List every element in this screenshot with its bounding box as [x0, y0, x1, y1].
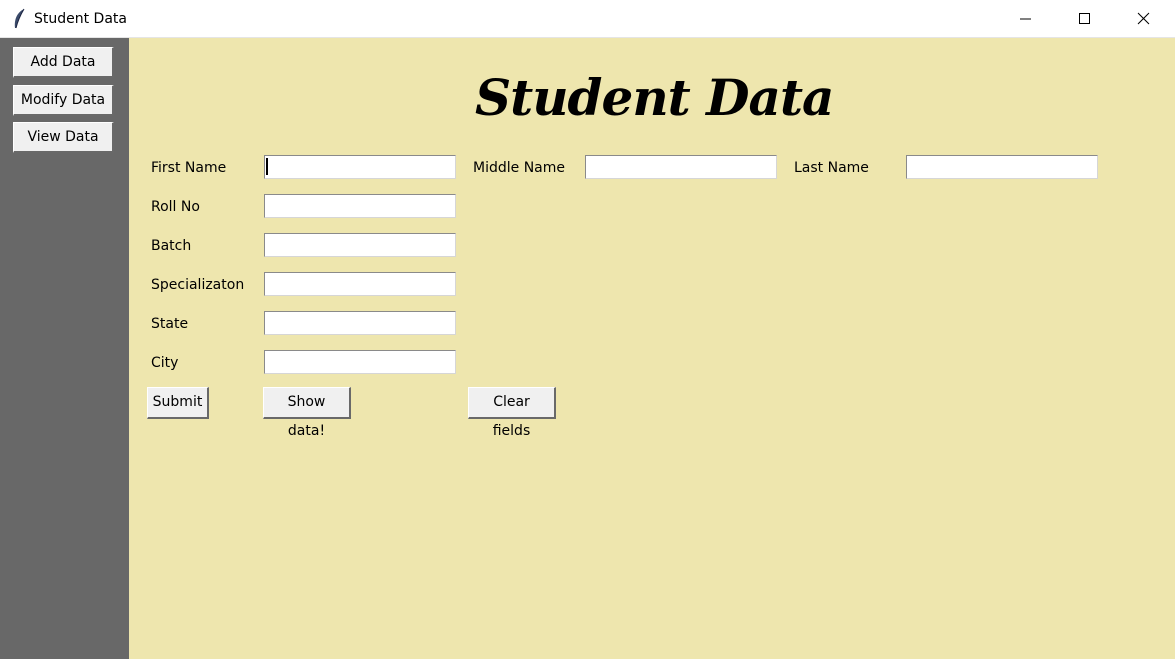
- last-name-input[interactable]: [906, 155, 1098, 179]
- add-data-button[interactable]: Add Data: [13, 47, 114, 78]
- form-panel: Student Data First Name Middle Name Last…: [129, 38, 1175, 659]
- batch-label: Batch: [151, 238, 192, 254]
- page-title: Student Data: [475, 68, 834, 127]
- show-data-button[interactable]: Show data!: [263, 387, 351, 439]
- batch-input[interactable]: [264, 233, 456, 257]
- modify-data-button[interactable]: Modify Data: [13, 85, 114, 116]
- city-input[interactable]: [264, 350, 456, 374]
- specialization-input[interactable]: [264, 272, 456, 296]
- first-name-label: First Name: [151, 160, 227, 176]
- submit-button[interactable]: Submit: [147, 387, 209, 419]
- minimize-icon: [1020, 18, 1031, 20]
- specialization-label: Specializaton: [151, 277, 245, 293]
- text-caret: [266, 158, 268, 175]
- title-bar: Student Data: [0, 0, 1175, 38]
- city-label: City: [151, 355, 179, 371]
- clear-fields-button[interactable]: Clear fields: [468, 387, 556, 439]
- state-label: State: [151, 316, 189, 332]
- state-input[interactable]: [264, 311, 456, 335]
- sidebar: Add Data Modify Data View Data: [0, 38, 129, 659]
- roll-no-input[interactable]: [264, 194, 456, 218]
- minimize-button[interactable]: [997, 0, 1055, 38]
- first-name-input[interactable]: [264, 155, 456, 179]
- window-title: Student Data: [34, 11, 127, 27]
- maximize-icon: [1079, 13, 1090, 24]
- close-button[interactable]: [1115, 0, 1173, 38]
- middle-name-label: Middle Name: [473, 160, 565, 176]
- first-name-wrapper: [264, 155, 456, 179]
- maximize-button[interactable]: [1056, 0, 1114, 38]
- last-name-label: Last Name: [794, 160, 869, 176]
- view-data-button[interactable]: View Data: [13, 122, 114, 153]
- middle-name-input[interactable]: [585, 155, 777, 179]
- roll-no-label: Roll No: [151, 199, 200, 215]
- close-icon: [1137, 12, 1150, 25]
- feather-icon: [12, 8, 26, 30]
